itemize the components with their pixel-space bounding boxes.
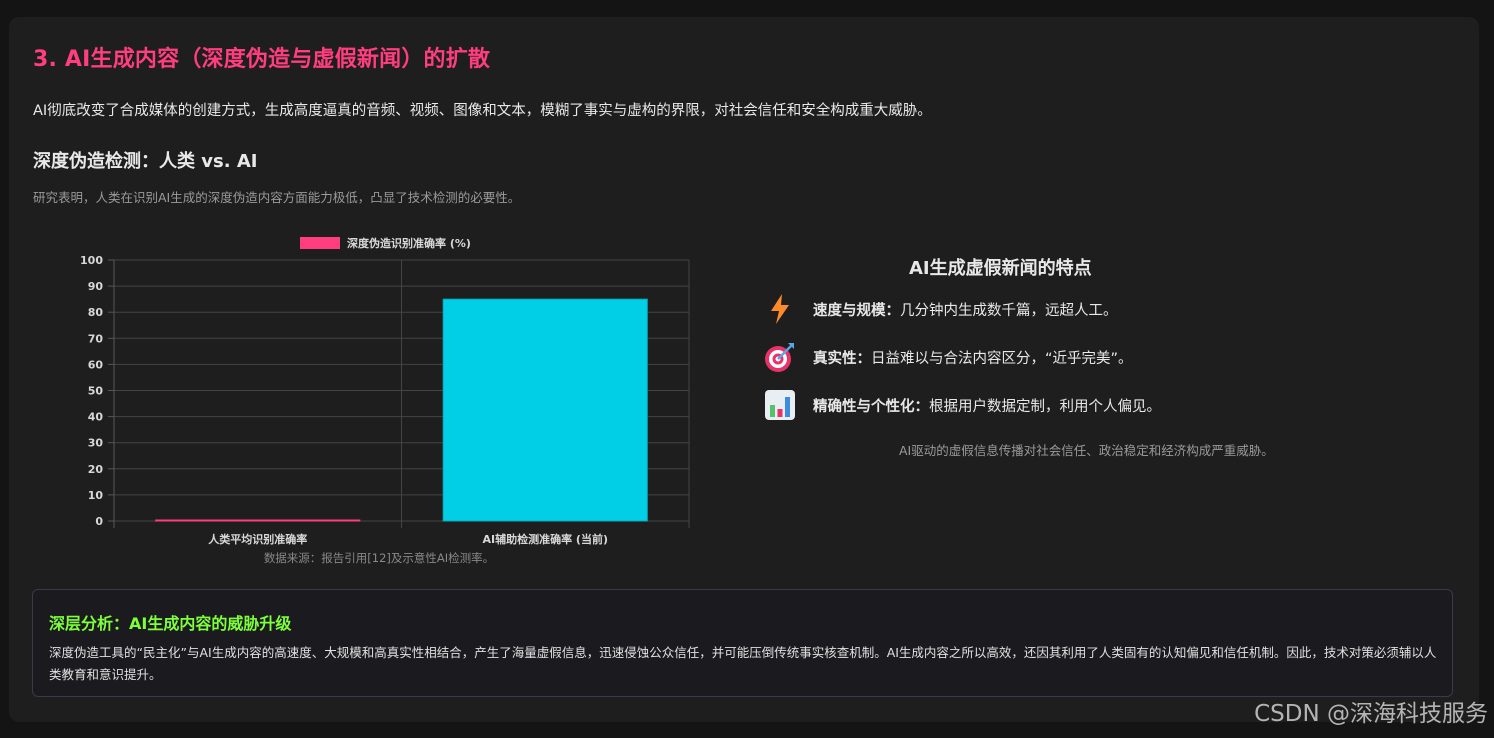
- feature-speed: 速度与规模：几分钟内生成数千篇，远超人工。: [764, 293, 1118, 325]
- feature-authenticity-label: 真实性：: [813, 350, 871, 367]
- bar-ai: [442, 298, 648, 522]
- bar-chart-icon: [764, 389, 796, 421]
- analysis-heading: 深层分析：AI生成内容的威胁升级: [49, 614, 292, 633]
- y-tick-label: 30: [88, 437, 104, 450]
- detection-bar-chart: 深度伪造识别准确率 (%) 0 10 20 30 40 50 60 70 80 90 100 人类平均识…: [80, 236, 690, 546]
- analysis-box: 深层分析：AI生成内容的威胁升级 深度伪造工具的“民主化”与AI生成内容的高速度…: [32, 589, 1453, 697]
- section-title: 3. AI生成内容（深度伪造与虚假新闻）的扩散: [33, 47, 491, 72]
- legend-label: 深度伪造识别准确率 (%): [347, 236, 471, 250]
- feature-speed-text: 几分钟内生成数千篇，远超人工。: [900, 302, 1118, 319]
- y-tick-label: 60: [88, 358, 104, 371]
- feature-precision-label: 精确性与个性化：: [813, 398, 929, 415]
- y-tick-label: 0: [95, 515, 103, 528]
- target-icon: [764, 341, 796, 373]
- y-tick-label: 70: [88, 332, 104, 345]
- y-tick-label: 50: [88, 385, 104, 398]
- x-tick-label: AI辅助检测准确率 (当前): [483, 532, 609, 546]
- feature-authenticity: 真实性：日益难以与合法内容区分，“近乎完美”。: [764, 341, 1133, 373]
- y-tick-label: 10: [88, 489, 104, 502]
- intro-text: AI彻底改变了合成媒体的创建方式，生成高度逼真的音频、视频、图像和文本，模糊了事…: [33, 103, 932, 119]
- y-tick-label: 90: [88, 280, 104, 293]
- features-title: AI生成虚假新闻的特点: [909, 258, 1092, 279]
- feature-precision: 精确性与个性化：根据用户数据定制，利用个人偏见。: [764, 389, 1161, 421]
- legend-swatch: [300, 237, 340, 249]
- bar-human: [155, 519, 361, 522]
- detection-heading: 深度伪造检测：人类 vs. AI: [33, 151, 258, 172]
- features-note: AI驱动的虚假信息传播对社会信任、政治稳定和经济构成严重威胁。: [899, 443, 1274, 458]
- y-tick-label: 20: [88, 463, 104, 476]
- chart-source: 数据来源：报告引用[12]及示意性AI检测率。: [263, 551, 495, 565]
- analysis-body: 深度伪造工具的“民主化”与AI生成内容的高速度、大规模和高真实性相结合，产生了海…: [49, 645, 1437, 682]
- content-card: 3. AI生成内容（深度伪造与虚假新闻）的扩散 AI彻底改变了合成媒体的创建方式…: [9, 17, 1479, 722]
- feature-speed-label: 速度与规模：: [813, 302, 900, 319]
- y-tick-label: 80: [88, 306, 104, 319]
- feature-authenticity-text: 日益难以与合法内容区分，“近乎完美”。: [871, 350, 1133, 367]
- detection-note: 研究表明，人类在识别AI生成的深度伪造内容方面能力极低，凸显了技术检测的必要性。: [33, 190, 521, 205]
- y-tick-label: 40: [88, 411, 104, 424]
- lightning-icon: [764, 293, 796, 325]
- watermark: CSDN @深海科技服务: [1254, 701, 1488, 727]
- x-tick-label: 人类平均识别准确率: [208, 532, 307, 546]
- y-tick-label: 100: [80, 254, 103, 267]
- feature-precision-text: 根据用户数据定制，利用个人偏见。: [929, 398, 1161, 415]
